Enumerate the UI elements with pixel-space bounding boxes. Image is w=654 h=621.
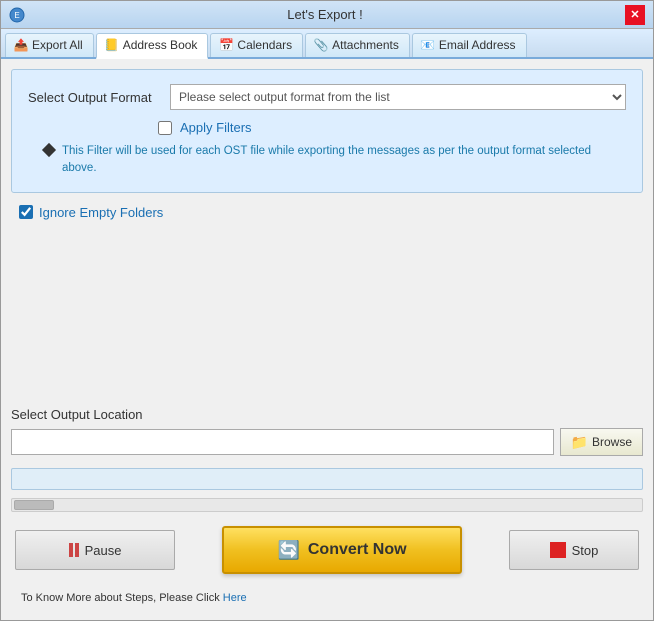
progress-bar-container (11, 468, 643, 490)
apply-filters-label[interactable]: Apply Filters (180, 120, 252, 135)
diamond-icon (42, 143, 56, 157)
format-row: Select Output Format Please select outpu… (28, 84, 626, 110)
stop-label: Stop (572, 543, 599, 558)
close-button[interactable]: ✕ (625, 5, 645, 25)
scrollbar-area[interactable] (11, 498, 643, 512)
tab-email-address-label: Email Address (439, 38, 516, 52)
tab-calendars-label: Calendars (237, 38, 292, 52)
apply-filters-checkbox[interactable] (158, 121, 172, 135)
action-bar: Pause 🔄 Convert Now Stop (11, 520, 643, 580)
tab-export-all[interactable]: 📤 Export All (5, 33, 94, 57)
folder-icon: 📁 (571, 434, 588, 451)
tab-attachments[interactable]: 📎 Attachments (305, 33, 410, 57)
tab-email-address[interactable]: 📧 Email Address (412, 33, 527, 57)
output-location-label: Select Output Location (11, 407, 643, 422)
tab-calendars[interactable]: 📅 Calendars (210, 33, 303, 57)
browse-label: Browse (592, 435, 632, 449)
format-label: Select Output Format (28, 90, 158, 105)
tab-attachments-label: Attachments (332, 38, 399, 52)
filter-info-text: This Filter will be used for each OST fi… (62, 143, 626, 178)
main-content: Select Output Format Please select outpu… (1, 59, 653, 620)
pause-label: Pause (85, 543, 122, 558)
stop-icon (550, 542, 566, 558)
calendars-icon: 📅 (219, 38, 233, 52)
address-book-icon: 📒 (105, 38, 119, 52)
format-section: Select Output Format Please select outpu… (11, 69, 643, 193)
output-section: Select Output Location 📁 Browse (11, 407, 643, 456)
tab-address-book-label: Address Book (123, 38, 198, 52)
output-row: 📁 Browse (11, 428, 643, 456)
ignore-empty-folders-label[interactable]: Ignore Empty Folders (39, 205, 163, 220)
footer-text: To Know More about Steps, Please Click (21, 592, 223, 604)
pause-button[interactable]: Pause (15, 530, 175, 570)
tab-address-book[interactable]: 📒 Address Book (96, 33, 209, 59)
tab-export-all-label: Export All (32, 38, 83, 52)
export-all-icon: 📤 (14, 38, 28, 52)
pause-icon (69, 543, 79, 557)
convert-now-button[interactable]: 🔄 Convert Now (222, 526, 462, 574)
convert-icon: 🔄 (277, 540, 299, 561)
convert-label: Convert Now (308, 541, 407, 559)
stop-button[interactable]: Stop (509, 530, 639, 570)
window-title: Let's Export ! (25, 7, 625, 22)
ignore-empty-folders-checkbox[interactable] (19, 205, 33, 219)
tab-bar: 📤 Export All 📒 Address Book 📅 Calendars … (1, 29, 653, 59)
footer: To Know More about Steps, Please Click H… (11, 588, 643, 610)
filter-row: Apply Filters (28, 120, 626, 135)
main-window: E Let's Export ! ✕ 📤 Export All 📒 Addres… (0, 0, 654, 621)
filter-info-row: This Filter will be used for each OST fi… (28, 143, 626, 178)
browse-button[interactable]: 📁 Browse (560, 428, 643, 456)
attachments-icon: 📎 (314, 38, 328, 52)
output-location-input[interactable] (11, 429, 554, 455)
ignore-row: Ignore Empty Folders (11, 201, 643, 224)
spacer (11, 232, 643, 400)
app-icon: E (9, 7, 25, 23)
title-bar: E Let's Export ! ✕ (1, 1, 653, 29)
footer-link[interactable]: Here (223, 592, 247, 604)
svg-text:E: E (14, 11, 19, 20)
email-address-icon: 📧 (421, 38, 435, 52)
format-select[interactable]: Please select output format from the lis… (170, 84, 626, 110)
scrollbar-thumb[interactable] (14, 500, 54, 510)
